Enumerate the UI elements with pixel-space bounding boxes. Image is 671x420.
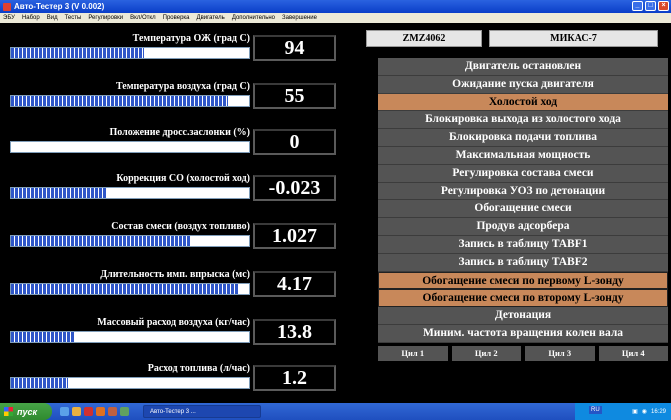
mode-indicator: Блокировка подачи топлива <box>378 129 668 147</box>
windows-flag-icon <box>4 407 13 416</box>
parameter-progress-bar <box>10 331 250 343</box>
window-controls: _ □ × <box>632 1 669 11</box>
parameter-progress-bar <box>10 283 250 295</box>
parameter-progress-bar <box>10 187 250 199</box>
app-icon <box>3 2 11 11</box>
mode-indicator: Ожидание пуска двигателя <box>378 75 668 94</box>
parameter-progress-fill <box>11 96 228 106</box>
app-launch-icon[interactable] <box>108 407 117 416</box>
start-button[interactable]: пуск <box>0 403 52 420</box>
parameter-value: 1.2 <box>253 365 336 391</box>
tray-network-icon[interactable]: ▣ <box>632 408 638 415</box>
parameter-progress-bar <box>10 235 250 247</box>
mode-indicator: Регулировка УОЗ по детонации <box>378 182 668 201</box>
language-indicator[interactable]: RU <box>589 406 602 414</box>
maximize-icon[interactable]: □ <box>645 1 656 11</box>
engine-id-box: ZMZ4062 <box>366 30 482 47</box>
mode-list: Двигатель остановлен Ожидание пуска двига… <box>378 58 668 343</box>
parameter-row: Температура ОЖ (град С) 94 <box>8 33 336 65</box>
mode-indicator: Регулировка состава смеси <box>378 164 668 183</box>
parameter-row: Длительность имп. впрыска (мс) 4.17 <box>8 269 336 301</box>
mode-indicator: Максимальная мощность <box>378 146 668 165</box>
parameter-row: Положение дросс.заслонки (%) 0 <box>8 127 336 159</box>
tool-icon[interactable] <box>120 407 129 416</box>
menu-item-adjust[interactable]: Регулировки <box>88 15 123 21</box>
parameter-value: 4.17 <box>253 271 336 297</box>
taskbar: пуск Авто-Тестер 3 ... ▣ ◉ 16:29 <box>0 403 671 420</box>
mode-indicator: Двигатель остановлен <box>378 58 668 76</box>
cylinder-2-button[interactable]: Цил 2 <box>451 346 521 361</box>
parameter-progress-fill <box>11 284 240 294</box>
parameter-row: Состав смеси (воздух топливо) 1.027 <box>8 221 336 253</box>
parameter-progress-bar <box>10 95 250 107</box>
menu-item-ecu[interactable]: ЭБУ <box>3 15 15 21</box>
menu-item-check[interactable]: Проверка <box>163 15 190 21</box>
parameter-label: Состав смеси (воздух топливо) <box>111 221 250 232</box>
parameter-label: Массовый расход воздуха (кг/час) <box>97 317 250 328</box>
title-bar: Авто-Тестер 3 (V 0.002) _ □ × <box>0 0 671 13</box>
cylinder-1-button[interactable]: Цил 1 <box>378 346 448 361</box>
parameter-value: 94 <box>253 35 336 61</box>
quick-launch <box>60 407 129 416</box>
mode-indicator: Обогащение смеси по первому L-зонду <box>378 271 668 290</box>
parameter-row: Массовый расход воздуха (кг/час) 13.8 <box>8 317 336 349</box>
menu-item-extra[interactable]: Дополнительно <box>232 15 275 21</box>
start-label: пуск <box>17 406 38 417</box>
desktop-icon[interactable] <box>60 407 69 416</box>
parameter-value: 13.8 <box>253 319 336 345</box>
menu-item-set[interactable]: Набор <box>22 15 40 21</box>
mode-indicator: Холостой ход <box>378 93 668 112</box>
parameter-row: Температура воздуха (град С) 55 <box>8 81 336 113</box>
parameter-progress-bar <box>10 141 250 153</box>
parameter-label: Температура воздуха (град С) <box>115 81 250 92</box>
menu-item-exit[interactable]: Завершение <box>282 15 317 21</box>
parameter-progress-fill <box>11 188 107 198</box>
explorer-icon[interactable] <box>72 407 81 416</box>
parameter-label: Положение дросс.заслонки (%) <box>109 127 250 138</box>
cylinder-4-button[interactable]: Цил 4 <box>598 346 668 361</box>
mode-indicator: Продув адсорбера <box>378 218 668 236</box>
parameter-label: Длительность имп. впрыска (мс) <box>100 269 250 280</box>
window-title: Авто-Тестер 3 (V 0.002) <box>14 2 105 11</box>
taskbar-window-button[interactable]: Авто-Тестер 3 ... <box>143 405 261 418</box>
parameter-row: Коррекция CO (холостой ход) -0.023 <box>8 173 336 205</box>
minimize-icon[interactable]: _ <box>632 1 643 11</box>
parameter-value: -0.023 <box>253 175 336 201</box>
mode-indicator: Обогащение смеси <box>378 200 668 219</box>
clock: 16:29 <box>650 408 666 415</box>
parameter-label: Расход топлива (л/час) <box>147 363 250 374</box>
close-icon[interactable]: × <box>658 1 669 11</box>
tray-volume-icon[interactable]: ◉ <box>642 408 647 415</box>
parameter-label: Коррекция CO (холостой ход) <box>116 173 250 184</box>
parameter-progress-bar <box>10 47 250 59</box>
mode-indicator: Детонация <box>378 307 668 325</box>
parameter-row: Расход топлива (л/час) 1.2 <box>8 363 336 395</box>
mode-indicator: Запись в таблицу TABF1 <box>378 235 668 254</box>
menu-item-onoff[interactable]: Вкл/Откл <box>130 15 155 21</box>
parameter-value: 55 <box>253 83 336 109</box>
cylinder-3-button[interactable]: Цил 3 <box>525 346 595 361</box>
parameter-value: 1.027 <box>253 223 336 249</box>
parameter-label: Температура ОЖ (град С) <box>132 33 250 44</box>
menu-item-tests[interactable]: Тесты <box>65 15 82 21</box>
main-panel: Температура ОЖ (град С) 94 Температура воз… <box>0 23 671 403</box>
taskbar-window-label: Авто-Тестер 3 ... <box>150 408 196 415</box>
cylinder-buttons: Цил 1 Цил 2 Цил 3 Цил 4 <box>378 346 668 361</box>
parameter-value: 0 <box>253 129 336 155</box>
mode-indicator: Обогащение смеси по второму L-зонду <box>378 289 668 308</box>
opera-icon[interactable] <box>84 407 93 416</box>
menu-item-view[interactable]: Вид <box>47 15 58 21</box>
parameter-progress-fill <box>11 378 69 388</box>
parameter-progress-fill <box>11 236 190 246</box>
parameter-progress-fill <box>11 48 145 58</box>
mode-indicator: Миним. частота вращения колен вала <box>378 324 668 343</box>
mode-indicator: Блокировка выхода из холостого хода <box>378 111 668 130</box>
firefox-icon[interactable] <box>96 407 105 416</box>
parameter-progress-bar <box>10 377 250 389</box>
ecu-id-box: МИКАС-7 <box>489 30 658 47</box>
mode-indicator: Запись в таблицу TABF2 <box>378 253 668 272</box>
parameter-progress-fill <box>11 332 76 342</box>
menu-bar: ЭБУ Набор Вид Тесты Регулировки Вкл/Откл… <box>0 13 671 23</box>
menu-item-engine[interactable]: Двигатель <box>197 15 225 21</box>
